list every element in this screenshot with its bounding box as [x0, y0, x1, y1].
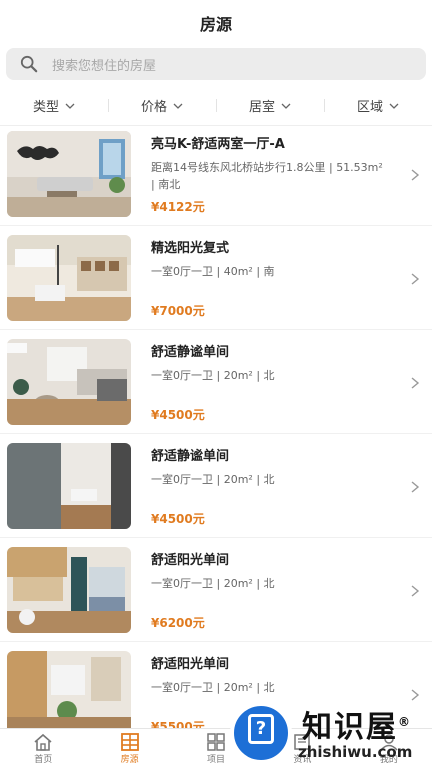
listing-item[interactable]: 舒适阳光单间 一室0厅一卫 | 20m² | 北 ¥6200元 — [0, 538, 432, 642]
watermark-url: zhishiwu.com — [298, 743, 413, 761]
listing-photo — [7, 338, 131, 425]
listing-photo — [7, 650, 131, 728]
listing-photo — [7, 546, 131, 633]
listing-name: 舒适阳光单间 — [151, 656, 230, 672]
listing-list[interactable]: 亮马K-舒适两室一厅-A 距离14号线东风北桥站步行1.8公里 | 51.53m… — [0, 122, 432, 728]
chevron-down-icon — [65, 103, 75, 109]
listing-price: ¥7000元 — [151, 303, 205, 318]
listing-name: 亮马K-舒适两室一厅-A — [151, 136, 285, 152]
tab-label: 首页 — [34, 755, 53, 765]
listing-photo — [7, 234, 131, 321]
tab-home[interactable]: 首页 — [0, 729, 86, 768]
listing-item[interactable]: 精选阳光复式 一室0厅一卫 | 40m² | 南 ¥7000元 — [0, 226, 432, 330]
listing-item[interactable]: 舒适静谧单间 一室0厅一卫 | 20m² | 北 ¥4500元 — [0, 434, 432, 538]
listing-desc: 距离14号线东风北桥站步行1.8公里 | 51.53m² | 南北 — [151, 160, 383, 191]
home-icon — [34, 733, 52, 751]
search-input[interactable]: 搜索您想住的房屋 — [6, 48, 426, 80]
search-placeholder: 搜索您想住的房屋 — [52, 58, 157, 74]
listing-price: ¥4500元 — [151, 511, 205, 526]
chevron-down-icon — [281, 103, 291, 109]
listing-name: 舒适静谧单间 — [151, 448, 230, 464]
chevron-right-icon — [411, 377, 420, 389]
listing-item[interactable]: 舒适静谧单间 一室0厅一卫 | 20m² | 北 ¥4500元 — [0, 330, 432, 434]
listing-name: 精选阳光复式 — [151, 240, 230, 256]
watermark-logo-icon: ? — [230, 702, 292, 764]
tab-label: 项目 — [207, 755, 226, 765]
tab-listings[interactable]: 房源 — [86, 729, 172, 768]
header: 房源 — [0, 0, 432, 46]
listing-desc: 一室0厅一卫 | 20m² | 北 — [151, 472, 275, 486]
filter-price[interactable]: 价格 — [108, 96, 216, 115]
listing-name: 舒适阳光单间 — [151, 552, 230, 568]
listing-info: 舒适静谧单间 一室0厅一卫 | 20m² | 北 ¥4500元 — [151, 339, 432, 425]
filter-type[interactable]: 类型 — [0, 96, 108, 115]
listing-photo — [7, 442, 131, 529]
listing-price: ¥4500元 — [151, 407, 205, 422]
listing-photo — [7, 130, 131, 217]
listing-price: ¥4122元 — [151, 199, 205, 214]
listing-info: 精选阳光复式 一室0厅一卫 | 40m² | 南 ¥7000元 — [151, 235, 432, 321]
chevron-right-icon — [411, 481, 420, 493]
filter-label: 类型 — [32, 100, 59, 115]
filter-bar: 类型 价格 居室 区域 — [0, 86, 432, 126]
listing-price: ¥6200元 — [151, 615, 205, 630]
listing-desc: 一室0厅一卫 | 20m² | 北 — [151, 680, 275, 694]
listing-item[interactable]: 亮马K-舒适两室一厅-A 距离14号线东风北桥站步行1.8公里 | 51.53m… — [0, 122, 432, 226]
filter-area[interactable]: 区域 — [324, 96, 432, 115]
filter-label: 居室 — [248, 100, 275, 115]
grid-icon — [207, 733, 225, 751]
filter-label: 区域 — [356, 100, 383, 115]
watermark: ? 知识屋® zhishiwu.com — [228, 698, 432, 768]
listing-desc: 一室0厅一卫 | 20m² | 北 — [151, 368, 275, 382]
listing-info: 舒适阳光单间 一室0厅一卫 | 20m² | 北 ¥6200元 — [151, 547, 432, 633]
chevron-right-icon — [411, 585, 420, 597]
chevron-right-icon — [411, 273, 420, 285]
search-bar-container: 搜索您想住的房屋 — [0, 46, 432, 80]
filter-label: 价格 — [140, 100, 167, 115]
listing-info: 舒适静谧单间 一室0厅一卫 | 20m² | 北 ¥4500元 — [151, 443, 432, 529]
filter-rooms[interactable]: 居室 — [216, 96, 324, 115]
tab-label: 房源 — [120, 755, 139, 765]
building-icon — [120, 733, 139, 751]
listing-info: 亮马K-舒适两室一厅-A 距离14号线东风北桥站步行1.8公里 | 51.53m… — [151, 131, 432, 217]
page-title: 房源 — [199, 15, 232, 34]
listing-desc: 一室0厅一卫 | 40m² | 南 — [151, 264, 275, 278]
chevron-down-icon — [389, 103, 399, 109]
chevron-down-icon — [173, 103, 183, 109]
listing-desc: 一室0厅一卫 | 20m² | 北 — [151, 576, 275, 590]
chevron-right-icon — [411, 169, 420, 181]
listing-price: ¥5500元 — [151, 719, 205, 729]
listing-name: 舒适静谧单间 — [151, 344, 230, 360]
search-icon — [20, 55, 38, 73]
watermark-text: 知识屋® — [302, 710, 412, 745]
